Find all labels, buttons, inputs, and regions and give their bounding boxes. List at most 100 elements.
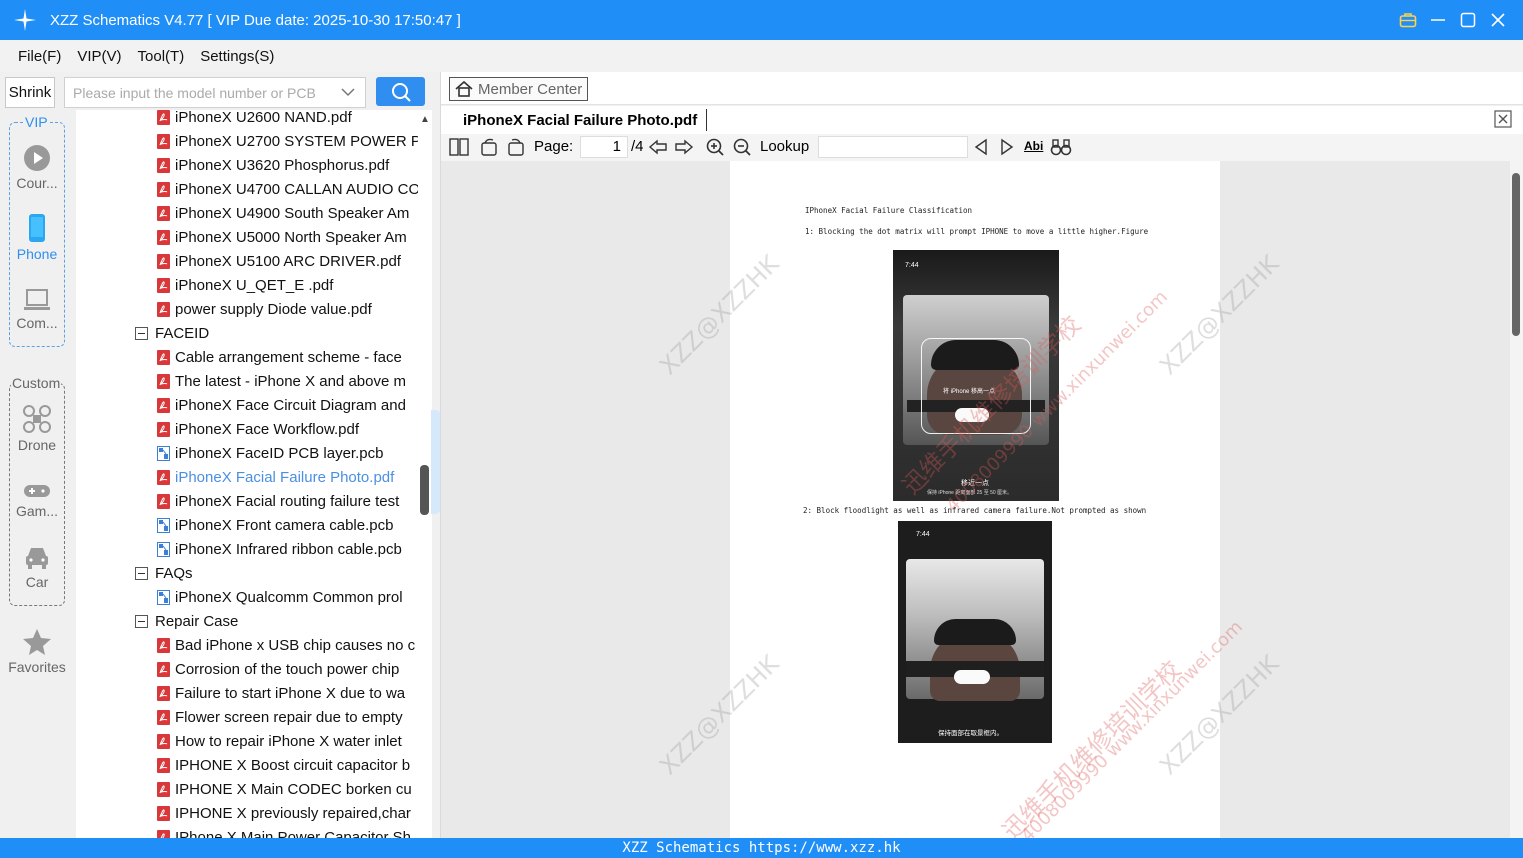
- tree-folder[interactable]: FACEID: [135, 321, 209, 345]
- pdf-file-icon: [157, 421, 170, 437]
- menu-settings[interactable]: Settings(S): [200, 48, 274, 65]
- rotate-left-icon[interactable]: [479, 137, 499, 162]
- search-input[interactable]: Please input the model number or PCB: [64, 77, 366, 108]
- viewer-scroll-thumb[interactable]: [1512, 173, 1520, 336]
- binoculars-icon[interactable]: [1050, 137, 1072, 162]
- pdf-file-icon: [157, 229, 170, 245]
- tree-file-item[interactable]: iPhoneX FaceID PCB layer.pcb: [157, 441, 383, 465]
- viewer-scrollbar[interactable]: [1510, 161, 1523, 838]
- tree-scroll-thumb[interactable]: [420, 465, 429, 515]
- search-button[interactable]: [376, 77, 425, 106]
- rail-item-computer[interactable]: Com...: [4, 288, 70, 331]
- title-bar: XZZ Schematics V4.77 [ VIP Due date: 202…: [0, 0, 1523, 40]
- previous-page-arrow-icon[interactable]: [648, 137, 668, 162]
- tree-file-item[interactable]: IPHONE X Main CODEC borken cu: [157, 777, 412, 801]
- tree-file-item[interactable]: iPhoneX Facial Failure Photo.pdf: [157, 465, 394, 489]
- doc-line-2: 2: Block floodlight as well as infrared …: [803, 506, 1147, 515]
- tree-file-item[interactable]: iPhoneX U2600 NAND.pdf: [157, 110, 352, 129]
- rotate-right-icon[interactable]: [506, 137, 526, 162]
- close-tab-icon[interactable]: [1494, 110, 1512, 133]
- tree-file-item[interactable]: IPHONE X Boost circuit capacitor b: [157, 753, 410, 777]
- tree-file-item[interactable]: iPhoneX U5000 North Speaker Am: [157, 225, 407, 249]
- collapse-toggle-icon[interactable]: [135, 326, 148, 340]
- tree-file-item[interactable]: Corrosion of the touch power chip: [157, 657, 399, 681]
- tree-file-item[interactable]: iPhoneX Face Circuit Diagram and: [157, 393, 406, 417]
- rail-item-course[interactable]: Cour...: [4, 144, 70, 191]
- member-center-label: Member Center: [478, 80, 583, 98]
- tree-item-label: Cable arrangement scheme - face: [175, 348, 402, 366]
- rail-item-drone[interactable]: Drone: [4, 404, 70, 453]
- rail-item-favorites[interactable]: Favorites: [4, 628, 70, 675]
- tree-file-item[interactable]: IPHONE X previously repaired,char: [157, 801, 411, 825]
- tree-scrollbar[interactable]: ▲: [418, 110, 432, 838]
- tree-item-label: iPhoneX U5100 ARC DRIVER.pdf: [175, 252, 401, 270]
- tree-item-label: iPhoneX FaceID PCB layer.pcb: [175, 444, 384, 462]
- minimize-button[interactable]: [1423, 0, 1453, 40]
- member-center-button[interactable]: Member Center: [449, 77, 588, 101]
- shrink-button[interactable]: Shrink: [5, 77, 55, 108]
- pdf-file-icon: [157, 469, 170, 485]
- close-button[interactable]: [1483, 0, 1513, 40]
- tree-folder[interactable]: FAQs: [135, 561, 193, 585]
- pdf-viewer[interactable]: IPhoneX Facial Failure Classification 1:…: [441, 161, 1510, 838]
- tab-active-document[interactable]: iPhoneX Facial Failure Photo.pdf: [455, 107, 705, 133]
- tree-file-item[interactable]: Failure to start iPhone X due to wa: [157, 681, 405, 705]
- zoom-out-icon[interactable]: [732, 137, 752, 162]
- tree-item-label: The latest - iPhone X and above m: [175, 372, 406, 390]
- maximize-button[interactable]: [1453, 0, 1483, 40]
- rail-item-car[interactable]: Car: [4, 545, 70, 590]
- tree-file-item[interactable]: iPhoneX U4700 CALLAN AUDIO CO: [157, 177, 418, 201]
- tree-file-item[interactable]: iPhoneX U_QET_E .pdf: [157, 273, 333, 297]
- rail-item-game[interactable]: Gam...: [4, 482, 70, 519]
- menu-vip[interactable]: VIP(V): [77, 48, 121, 65]
- lookup-input[interactable]: [818, 136, 968, 158]
- rail-label-drone: Drone: [17, 437, 57, 453]
- tree-file-item[interactable]: iPhoneX Front camera cable.pcb: [157, 513, 393, 537]
- tree-item-label: IPhone X Main Power Capacitor Sh: [175, 828, 411, 839]
- tree-file-item[interactable]: iPhoneX U3620 Phosphorus.pdf: [157, 153, 389, 177]
- menu-file[interactable]: File(F): [18, 48, 61, 65]
- pdf-file-icon: [157, 277, 170, 293]
- match-case-icon[interactable]: Abi: [1024, 139, 1043, 153]
- tree-file-item[interactable]: iPhoneX U2700 SYSTEM POWER PI: [157, 129, 418, 153]
- tree-file-item[interactable]: iPhoneX Infrared ribbon cable.pcb: [157, 537, 402, 561]
- tree-item-label: iPhoneX Facial routing failure test: [175, 492, 400, 510]
- find-previous-icon[interactable]: [972, 137, 990, 162]
- tree-file-item[interactable]: iPhoneX U5100 ARC DRIVER.pdf: [157, 249, 401, 273]
- vip-bag-icon[interactable]: [1393, 0, 1423, 40]
- dual-page-icon[interactable]: [449, 137, 469, 162]
- tab-separator: [706, 109, 707, 131]
- collapse-toggle-icon[interactable]: [135, 614, 148, 628]
- lookup-label: Lookup: [760, 138, 810, 155]
- tree-file-item[interactable]: How to repair iPhone X water inlet: [157, 729, 402, 753]
- menu-tool[interactable]: Tool(T): [138, 48, 185, 65]
- tree-file-item[interactable]: The latest - iPhone X and above m: [157, 369, 406, 393]
- zoom-in-icon[interactable]: [705, 137, 725, 162]
- tree-item-label: Corrosion of the touch power chip: [175, 660, 400, 678]
- pdf-file-icon: [157, 709, 170, 725]
- tree-file-item[interactable]: iPhoneX Qualcomm Common prol: [157, 585, 403, 609]
- tree-file-item[interactable]: iPhoneX U4900 South Speaker Am: [157, 201, 409, 225]
- tree-item-label: iPhoneX U3620 Phosphorus.pdf: [175, 156, 390, 174]
- tree-item-label: iPhoneX Facial Failure Photo.pdf: [175, 468, 395, 486]
- page-number-input[interactable]: 1: [580, 136, 628, 158]
- collapse-toggle-icon[interactable]: [135, 566, 148, 580]
- rail-item-phone[interactable]: Phone: [4, 213, 70, 262]
- pdf-file-icon: [157, 373, 170, 389]
- tree-file-item[interactable]: power supply Diode value.pdf: [157, 297, 372, 321]
- phone-icon: [29, 214, 45, 242]
- tree-file-item[interactable]: Flower screen repair due to empty: [157, 705, 403, 729]
- tree-file-item[interactable]: Bad iPhone x USB chip causes no c: [157, 633, 415, 657]
- next-page-arrow-icon[interactable]: [674, 137, 694, 162]
- scroll-up-icon[interactable]: ▲: [420, 114, 430, 125]
- tree-file-item[interactable]: iPhoneX Face Workflow.pdf: [157, 417, 359, 441]
- chevron-down-icon[interactable]: [341, 85, 355, 102]
- pdf-file-icon: [157, 661, 170, 677]
- find-next-icon[interactable]: [998, 137, 1016, 162]
- tree-file-item[interactable]: iPhoneX Facial routing failure test: [157, 489, 399, 513]
- photo-2-time: 7:44: [916, 531, 930, 538]
- tree-file-item[interactable]: IPhone X Main Power Capacitor Sh: [157, 825, 411, 838]
- tree-folder[interactable]: Repair Case: [135, 609, 238, 633]
- custom-group-label: Custom: [11, 375, 62, 391]
- tree-file-item[interactable]: Cable arrangement scheme - face: [157, 345, 402, 369]
